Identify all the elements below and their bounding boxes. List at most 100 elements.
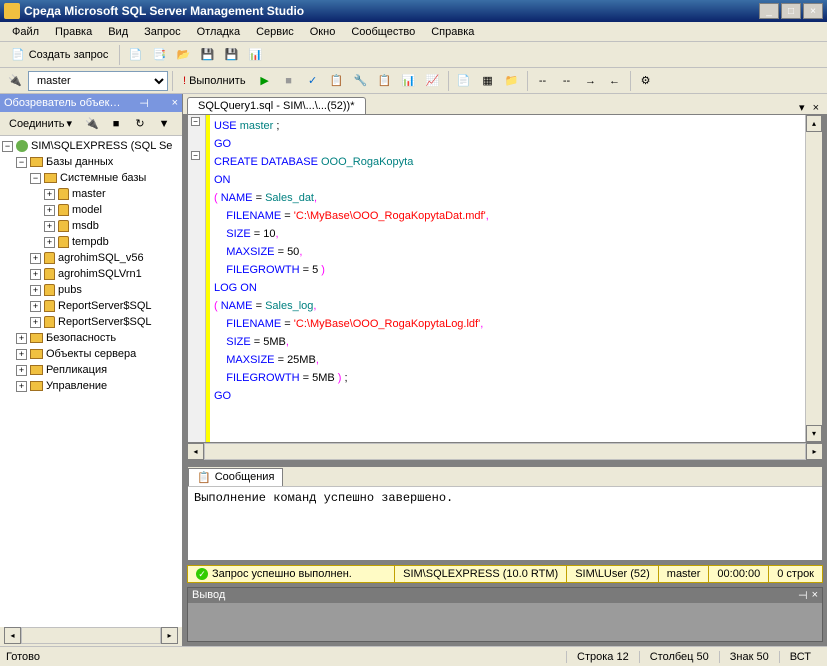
fold-icon[interactable]: − <box>191 117 200 126</box>
expand-icon[interactable]: + <box>16 365 27 376</box>
collapse-icon[interactable]: − <box>2 141 13 152</box>
expand-icon[interactable]: + <box>16 333 27 344</box>
results-file-button[interactable]: 📁 <box>501 70 523 92</box>
sidebar-hscroll[interactable]: ◂ ▸ <box>4 627 178 644</box>
sqlcmd-button[interactable]: ⚙ <box>635 70 657 92</box>
scroll-left-btn[interactable]: ◂ <box>187 443 204 460</box>
include-plan-button[interactable]: 📊 <box>398 70 420 92</box>
results-grid-button[interactable]: ▦ <box>477 70 499 92</box>
menu-window[interactable]: Окно <box>302 24 344 40</box>
scroll-up-btn[interactable]: ▴ <box>806 115 822 132</box>
editor-tab[interactable]: SQLQuery1.sql - SIM\...\...(52))* <box>187 97 366 114</box>
collapse-icon[interactable]: − <box>30 173 41 184</box>
fold-icon[interactable]: − <box>191 151 200 160</box>
expand-icon[interactable]: + <box>30 317 41 328</box>
tree-db-pubs[interactable]: +pubs <box>2 282 180 298</box>
tree-db-agrohim2[interactable]: +agrohimSQLVrn1 <box>2 266 180 282</box>
menu-view[interactable]: Вид <box>100 24 136 40</box>
client-stats-button[interactable]: 📈 <box>422 70 444 92</box>
parse-button[interactable]: ✓ <box>302 70 324 92</box>
tree-management[interactable]: +Управление <box>2 378 180 394</box>
pin-icon[interactable]: ⊣ <box>139 97 149 110</box>
expand-icon[interactable]: + <box>16 381 27 392</box>
outdent-button[interactable]: ← <box>604 70 626 92</box>
new-file-button[interactable]: 📄 <box>124 44 146 66</box>
debug-button[interactable]: ▶ <box>254 70 276 92</box>
scroll-left-btn[interactable]: ◂ <box>4 627 21 644</box>
save-button[interactable]: 💾 <box>196 44 218 66</box>
menu-community[interactable]: Сообщество <box>343 24 423 40</box>
change-connection-button[interactable]: 🔌 <box>4 70 26 92</box>
menu-file[interactable]: Файл <box>4 24 47 40</box>
activity-monitor-button[interactable]: 📊 <box>244 44 266 66</box>
editor-hscroll[interactable]: ◂ ▸ <box>187 443 823 460</box>
minimize-button[interactable]: _ <box>759 3 779 19</box>
tree-db-msdb[interactable]: +msdb <box>2 218 180 234</box>
expand-icon[interactable]: + <box>30 301 41 312</box>
new-query-button[interactable]: 📄 Создать запрос <box>4 44 115 66</box>
scroll-track[interactable] <box>21 627 161 644</box>
connect-button[interactable]: Соединить ▾ <box>2 113 79 135</box>
tree-db-tempdb[interactable]: +tempdb <box>2 234 180 250</box>
tree-system-db[interactable]: −Системные базы <box>2 170 180 186</box>
refresh-button[interactable]: ↻ <box>129 113 151 135</box>
expand-icon[interactable]: + <box>16 349 27 360</box>
tree-databases[interactable]: −Базы данных <box>2 154 180 170</box>
tree-db-agrohim1[interactable]: +agrohimSQL_v56 <box>2 250 180 266</box>
active-files-dropdown[interactable]: ▾ <box>795 101 809 114</box>
expand-icon[interactable]: + <box>30 269 41 280</box>
tree-security[interactable]: +Безопасность <box>2 330 180 346</box>
menu-edit[interactable]: Правка <box>47 24 100 40</box>
expand-icon[interactable]: + <box>44 221 55 232</box>
code-editor[interactable]: − − USE master ; GO CREATE DATABASE OOO_… <box>187 114 823 443</box>
results-text-button[interactable]: 📄 <box>453 70 475 92</box>
expand-icon[interactable]: + <box>44 237 55 248</box>
menu-help[interactable]: Справка <box>423 24 482 40</box>
tree-server-objects[interactable]: +Объекты сервера <box>2 346 180 362</box>
indent-button[interactable]: → <box>580 70 602 92</box>
expand-icon[interactable]: + <box>30 253 41 264</box>
disconnect-button[interactable]: 🔌 <box>81 113 103 135</box>
tree-replication[interactable]: +Репликация <box>2 362 180 378</box>
expand-icon[interactable]: + <box>44 205 55 216</box>
tree-server[interactable]: −SIM\SQLEXPRESS (SQL Se <box>2 138 180 154</box>
tree-db-master[interactable]: +master <box>2 186 180 202</box>
tree-db-model[interactable]: +model <box>2 202 180 218</box>
template-button[interactable]: 📋 <box>374 70 396 92</box>
scroll-track[interactable] <box>204 443 806 460</box>
scroll-down-btn[interactable]: ▾ <box>806 425 822 442</box>
comment-button[interactable]: -- <box>532 70 554 92</box>
menu-service[interactable]: Сервис <box>248 24 302 40</box>
maximize-button[interactable]: □ <box>781 3 801 19</box>
tree-db-rs1[interactable]: +ReportServer$SQL <box>2 298 180 314</box>
expand-icon[interactable]: + <box>30 285 41 296</box>
tree-db-rs2[interactable]: +ReportServer$SQL <box>2 314 180 330</box>
filter-button[interactable]: ▼ <box>153 113 175 135</box>
pin-icon[interactable]: ⊣ <box>798 589 808 602</box>
stop-button[interactable]: ■ <box>278 70 300 92</box>
scroll-track[interactable] <box>806 132 822 425</box>
uncomment-button[interactable]: -- <box>556 70 578 92</box>
new-project-button[interactable]: 📑 <box>148 44 170 66</box>
scroll-right-btn[interactable]: ▸ <box>806 443 823 460</box>
scroll-right-btn[interactable]: ▸ <box>161 627 178 644</box>
output-close-icon[interactable]: × <box>812 589 818 602</box>
editor-vscroll[interactable]: ▴ ▾ <box>805 115 822 442</box>
close-button[interactable]: × <box>803 3 823 19</box>
expand-icon[interactable]: + <box>44 189 55 200</box>
messages-tab[interactable]: 📋 Сообщения <box>188 468 283 486</box>
menu-debug[interactable]: Отладка <box>189 24 248 40</box>
code-text[interactable]: USE master ; GO CREATE DATABASE OOO_Roga… <box>210 115 805 442</box>
collapse-icon[interactable]: − <box>16 157 27 168</box>
menu-query[interactable]: Запрос <box>136 24 188 40</box>
database-combo[interactable]: master <box>28 71 168 91</box>
designer-button[interactable]: 🔧 <box>350 70 372 92</box>
object-tree[interactable]: −SIM\SQLEXPRESS (SQL Se −Базы данных −Си… <box>0 136 182 627</box>
stop2-button[interactable]: ■ <box>105 113 127 135</box>
explorer-close-icon[interactable]: × <box>172 97 178 109</box>
estimated-plan-button[interactable]: 📋 <box>326 70 348 92</box>
execute-button[interactable]: ! Выполнить <box>177 70 252 92</box>
save-all-button[interactable]: 💾 <box>220 44 242 66</box>
tab-close-icon[interactable]: × <box>809 102 823 114</box>
open-button[interactable]: 📂 <box>172 44 194 66</box>
